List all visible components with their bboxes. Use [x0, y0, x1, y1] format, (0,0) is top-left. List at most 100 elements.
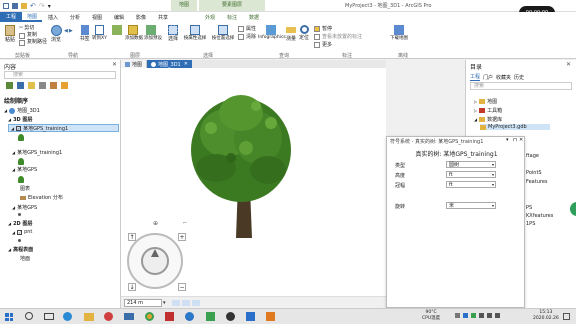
- pause-labeling-button[interactable]: 暂停: [314, 25, 362, 33]
- nav-arrows[interactable]: ◀ ▶: [64, 28, 76, 34]
- catalog-hidden-item[interactable]: 1PS: [526, 221, 535, 227]
- type-dropdown[interactable]: 圆树 ▾: [446, 161, 496, 168]
- symbology-close-icon[interactable]: ✕: [519, 137, 523, 143]
- layer-row[interactable]: ◢ 某地GPS_training1: [12, 149, 62, 156]
- zoom-in-button[interactable]: +: [178, 233, 186, 241]
- goto-xy-button[interactable]: 转到XY: [92, 25, 107, 41]
- previous-extent-icon[interactable]: ◀: [64, 28, 68, 34]
- attributes-button[interactable]: 属性: [238, 25, 256, 33]
- download-map-button[interactable]: 下载地图: [388, 25, 410, 41]
- catalog-tab-project[interactable]: 工程: [470, 73, 481, 81]
- catalog-item-databases[interactable]: ◢ 数据库: [474, 116, 502, 123]
- catalog-item-toolboxes[interactable]: ▷ 工具箱: [474, 107, 502, 114]
- select-button[interactable]: 选择: [166, 25, 180, 42]
- close-tab-icon[interactable]: ✕: [184, 61, 188, 67]
- copy-button[interactable]: 复制: [19, 32, 47, 39]
- catalog-tab-portal[interactable]: 门户: [483, 74, 493, 81]
- next-extent-icon[interactable]: ▶: [69, 28, 73, 34]
- ground-row[interactable]: 地面: [20, 255, 30, 262]
- tray-icon[interactable]: [463, 313, 468, 318]
- catalog-hidden-item[interactable]: PointS: [526, 170, 542, 176]
- tab-project[interactable]: 工程: [0, 12, 22, 22]
- visibility-checkbox[interactable]: ✓: [16, 125, 22, 131]
- contents-close-icon[interactable]: ✕: [112, 61, 117, 68]
- task-view-icon[interactable]: [44, 313, 54, 320]
- catalog-hidden-item[interactable]: ftage: [526, 153, 539, 159]
- catalog-hidden-item[interactable]: Features: [526, 179, 548, 185]
- explorer-icon[interactable]: [84, 313, 94, 321]
- width-dropdown[interactable]: ft ▾: [446, 181, 496, 188]
- network-icon[interactable]: [479, 313, 484, 318]
- height-dropdown[interactable]: ft ▾: [446, 171, 496, 178]
- pan-up-button[interactable]: ↑: [128, 233, 136, 241]
- tray-icons[interactable]: [455, 313, 515, 320]
- undo-icon[interactable]: ↶: [30, 2, 36, 10]
- layer2d-group[interactable]: ◢ 2D 图层: [8, 220, 32, 227]
- catalog-search-input[interactable]: 搜索: [470, 82, 572, 90]
- volume-icon[interactable]: [487, 313, 492, 318]
- cut-button[interactable]: ✂ 剪切: [19, 25, 47, 32]
- tab-labeling[interactable]: 标注: [221, 14, 243, 21]
- map-node[interactable]: ◢ 地图_3D1: [4, 107, 40, 114]
- view-option-icon[interactable]: [171, 299, 180, 306]
- app-icon-wps[interactable]: [165, 312, 174, 321]
- quick-access-toolbar[interactable]: ↶ ↷ ▾: [3, 2, 51, 10]
- layer2d-row[interactable]: ◢ ✓ pnt: [12, 229, 32, 235]
- elevation-surface-row[interactable]: Elevation 分布: [20, 194, 63, 201]
- home-button[interactable]: ↓: [128, 283, 136, 291]
- tab-appearance[interactable]: 外观: [199, 14, 221, 21]
- app-icon-blue[interactable]: [246, 312, 255, 321]
- list-by-labeling-icon[interactable]: [61, 82, 68, 89]
- save-icon[interactable]: [12, 3, 18, 9]
- tab-insert[interactable]: 插入: [42, 14, 64, 21]
- app-icon-dark[interactable]: [226, 312, 235, 321]
- ime-icon[interactable]: [495, 313, 500, 318]
- catalog-tab-history[interactable]: 历史: [514, 74, 524, 81]
- edge-icon[interactable]: [63, 312, 72, 321]
- side-scroll-badge[interactable]: [570, 202, 576, 216]
- symbology-pin-icon[interactable]: ⊓: [513, 137, 517, 143]
- list-by-source-icon[interactable]: [17, 82, 24, 89]
- tab-edit[interactable]: 编辑: [108, 14, 130, 21]
- layer-row-selected[interactable]: ◢ ✓ 某地GPS_training1: [8, 124, 119, 132]
- add-preset-button[interactable]: [110, 25, 124, 35]
- add-data-button[interactable]: 添加数据: [125, 25, 143, 41]
- tray-icon[interactable]: [455, 313, 460, 318]
- select-by-location-button[interactable]: 按位置选择: [210, 25, 236, 41]
- app-icon-chrome[interactable]: [145, 312, 154, 321]
- context-tab-map[interactable]: 地图: [171, 0, 197, 11]
- notification-icon[interactable]: [563, 313, 570, 320]
- app-icon-orange[interactable]: [266, 312, 275, 321]
- locate-button[interactable]: 定位: [298, 25, 310, 41]
- scale-box[interactable]: 214 m: [124, 298, 162, 307]
- new-icon[interactable]: [3, 3, 9, 9]
- app-icon-arcgis[interactable]: [185, 312, 194, 321]
- view-option-icon[interactable]: [191, 299, 200, 306]
- explore-button[interactable]: 浏览: [48, 25, 64, 43]
- tab-map-view[interactable]: 地图: [121, 60, 148, 68]
- clear-button[interactable]: 清除: [238, 33, 256, 41]
- layer-row[interactable]: ◢ 某地GPS: [12, 166, 37, 173]
- tab-analysis[interactable]: 分析: [64, 14, 86, 21]
- copy-path-button[interactable]: 复制路径: [19, 39, 47, 46]
- catalog-close-icon[interactable]: ✕: [566, 61, 571, 68]
- list-by-selection-icon[interactable]: [28, 82, 35, 89]
- open-icon[interactable]: [21, 3, 27, 9]
- layer-row[interactable]: ◢ 某地GPS: [12, 204, 37, 211]
- app-icon-red[interactable]: [104, 312, 113, 321]
- paste-button[interactable]: 粘贴: [3, 25, 17, 43]
- clock[interactable]: 15:13 2020.02.26: [533, 310, 559, 322]
- catalog-item-maps[interactable]: ▷ 地图: [474, 98, 497, 105]
- tab-view[interactable]: 视图: [86, 14, 108, 21]
- zoom-out-button[interactable]: −: [178, 283, 186, 291]
- bookmarks-button[interactable]: 书签: [79, 25, 90, 42]
- context-tab-feature-layer[interactable]: 要素图层: [199, 0, 265, 11]
- app-icon-mail[interactable]: [124, 313, 134, 320]
- catalog-hidden-item[interactable]: PS: [526, 205, 532, 211]
- tab-data[interactable]: 数据: [243, 14, 265, 21]
- search-taskbar-icon[interactable]: [25, 312, 33, 320]
- tray-icon[interactable]: [471, 313, 476, 318]
- view-unplaced-button[interactable]: 查看未放置的标注: [314, 33, 362, 41]
- view-option-icon[interactable]: [181, 299, 190, 306]
- measure-button[interactable]: 测量: [285, 25, 297, 42]
